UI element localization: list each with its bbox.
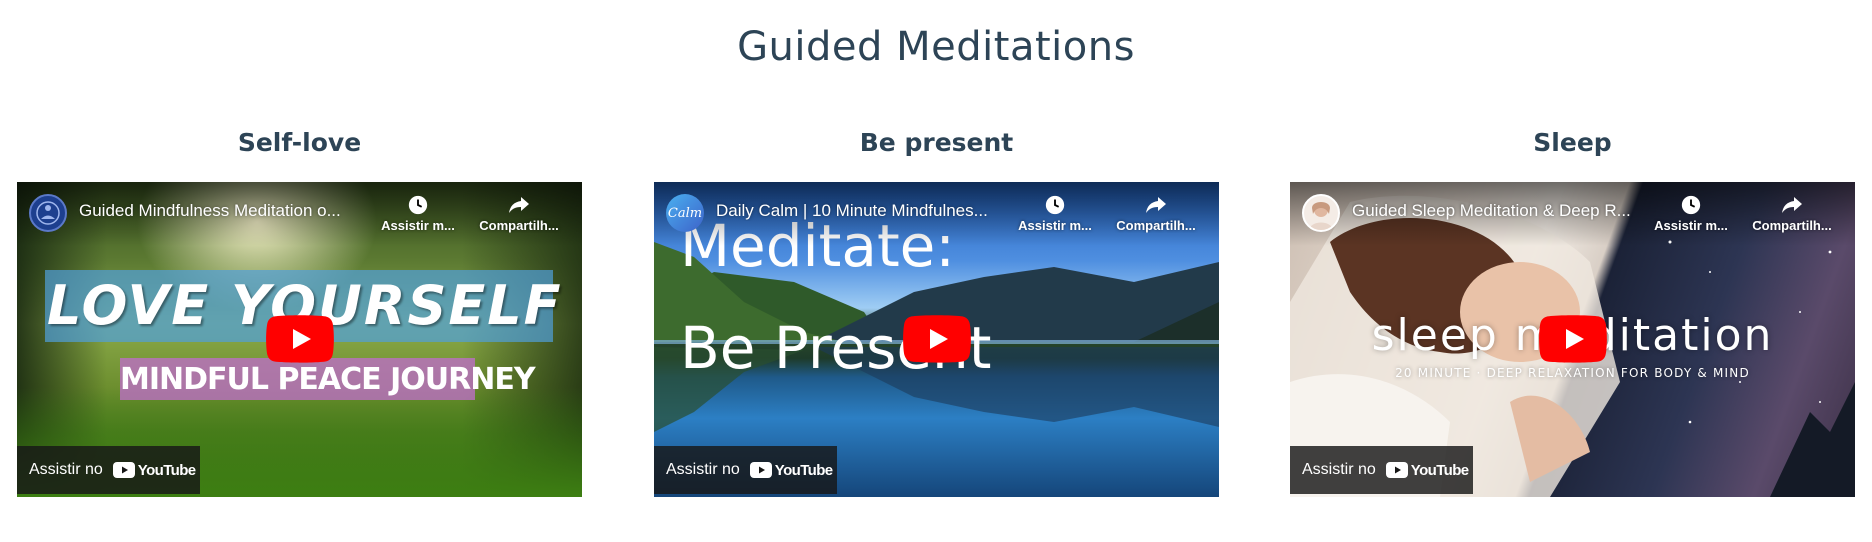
watch-later-label: Assistir m... [1654,218,1728,233]
video-card-self-love: Self-love LOVE YOURSELF MINDFUL PEACE JO… [17,128,582,497]
watch-on-youtube-button[interactable]: Assistir no YouTube [1290,446,1473,494]
video-player[interactable]: LOVE YOURSELF MINDFUL PEACE JOURNEY Guid… [17,182,582,497]
video-title-link[interactable]: Guided Sleep Meditation & Deep R... [1352,201,1652,221]
share-arrow-icon [1146,197,1166,213]
watch-on-label: Assistir no [666,461,740,478]
youtube-wordmark: YouTube [774,461,833,479]
play-button-icon[interactable] [1539,315,1607,363]
clock-icon [1045,195,1065,215]
card-heading: Sleep [1533,128,1612,157]
channel-avatar[interactable]: Calm [666,194,704,232]
channel-avatar[interactable] [29,194,67,232]
channel-avatar[interactable] [1302,194,1340,232]
youtube-logo-icon: YouTube [749,461,833,479]
card-heading: Self-love [237,128,362,157]
youtube-logo-icon: YouTube [112,461,196,479]
youtube-wordmark: YouTube [1410,461,1469,479]
watch-later-label: Assistir m... [1018,218,1092,233]
video-card-sleep: Sleep sleep meditation 20 MINUTE · DEEP … [1290,128,1855,497]
share-label: Compartilh... [479,218,559,233]
watch-on-youtube-button[interactable]: Assistir no YouTube [654,446,837,494]
share-arrow-icon [1782,197,1802,213]
youtube-wordmark: YouTube [137,461,196,479]
video-card-be-present: Be present Meditate: Be Present Calm Dai… [654,128,1219,497]
share-label: Compartilh... [1116,218,1196,233]
thumbnail-subtitle: 20 MINUTE · DEEP RELAXATION FOR BODY & M… [1395,366,1750,380]
page-title: Guided Meditations [737,24,1135,70]
share-arrow-icon [509,197,529,213]
video-player[interactable]: Meditate: Be Present Calm Daily Calm | 1… [654,182,1219,497]
watch-on-label: Assistir no [29,461,103,478]
watch-on-label: Assistir no [1302,461,1376,478]
share-button[interactable]: Compartilh... [474,194,564,233]
watch-later-button[interactable]: Assistir m... [1010,194,1100,233]
watch-later-button[interactable]: Assistir m... [373,194,463,233]
video-title-link[interactable]: Daily Calm | 10 Minute Mindfulnes... [716,201,1016,221]
clock-icon [408,195,428,215]
watch-on-youtube-button[interactable]: Assistir no YouTube [17,446,200,494]
play-button-icon[interactable] [903,315,971,363]
watch-later-label: Assistir m... [381,218,455,233]
clock-icon [1681,195,1701,215]
video-player[interactable]: sleep meditation 20 MINUTE · DEEP RELAXA… [1290,182,1855,497]
play-button-icon[interactable] [266,315,334,363]
youtube-logo-icon: YouTube [1385,461,1469,479]
thumbnail-subtitle: MINDFUL PEACE JOURNEY [120,362,536,397]
watch-later-button[interactable]: Assistir m... [1646,194,1736,233]
share-label: Compartilh... [1752,218,1832,233]
profile-photo-icon [1309,202,1333,230]
card-heading: Be present [859,128,1014,157]
share-button[interactable]: Compartilh... [1747,194,1837,233]
video-title-link[interactable]: Guided Mindfulness Meditation o... [79,201,379,221]
calm-logo-text: Calm [667,205,703,221]
share-button[interactable]: Compartilh... [1111,194,1201,233]
